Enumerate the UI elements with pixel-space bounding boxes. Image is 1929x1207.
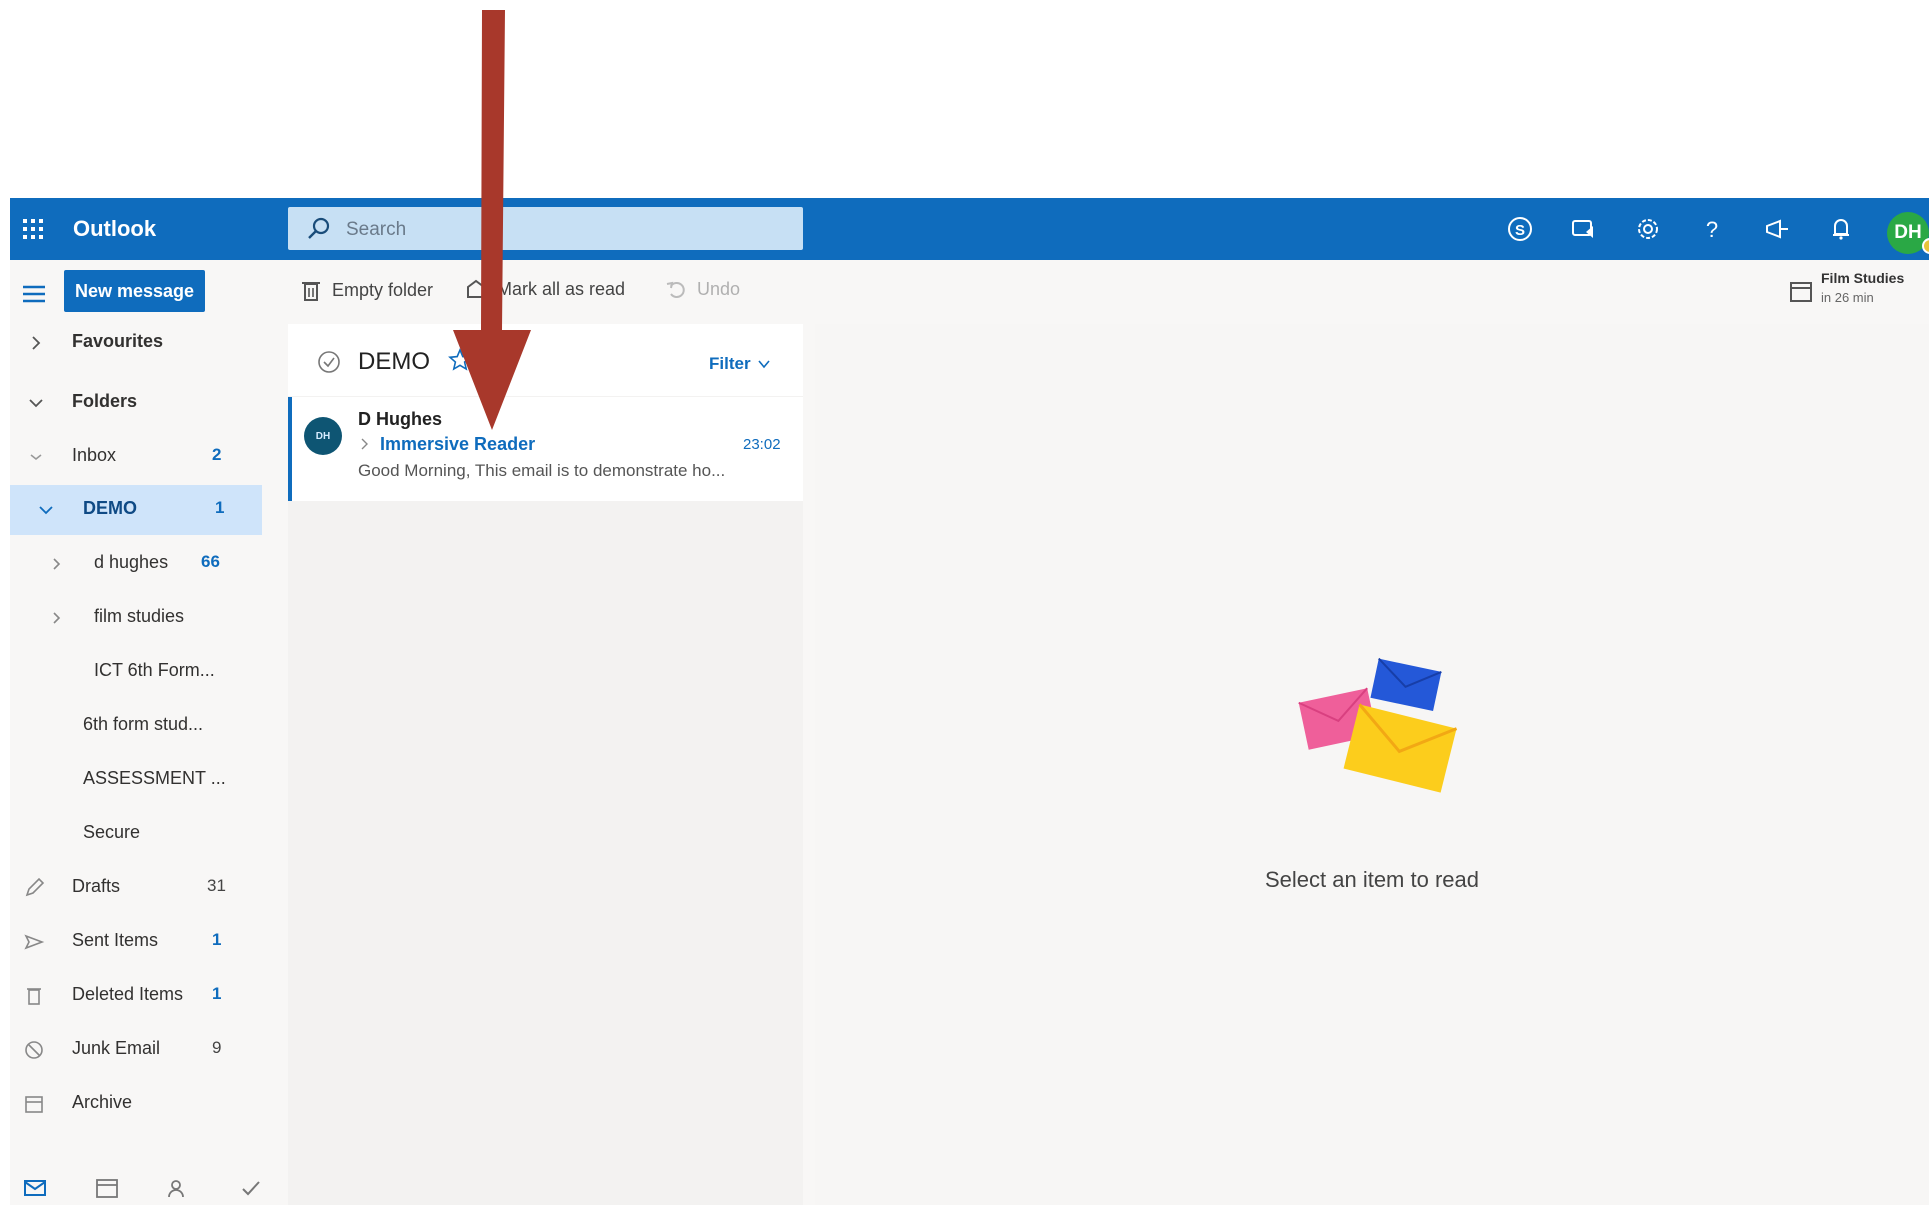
feedback-megaphone-icon[interactable] xyxy=(1760,212,1794,246)
message-item[interactable]: DH D Hughes Immersive Reader 23:02 Good … xyxy=(288,397,803,501)
folder-sent-items[interactable]: Sent Items 1 xyxy=(10,917,262,967)
unread-count: 1 xyxy=(212,930,222,949)
undo-icon xyxy=(666,281,685,298)
favourites-label: Favourites xyxy=(72,331,164,351)
folder-label: Junk Email xyxy=(72,1038,161,1058)
unread-count: 1 xyxy=(215,498,225,517)
folder-d-hughes[interactable]: d hughes 66 xyxy=(10,539,262,589)
folder-label: ASSESSMENT ... xyxy=(83,768,226,788)
top-bar: Outlook S ? xyxy=(10,198,1929,260)
people-icon[interactable] xyxy=(166,1175,192,1201)
favourites-header[interactable]: Favourites xyxy=(10,318,262,368)
presence-indicator xyxy=(1922,238,1929,254)
unread-count: 66 xyxy=(201,552,220,571)
chevron-right-icon xyxy=(32,336,41,350)
tasks-check-icon[interactable] xyxy=(238,1175,264,1201)
settings-gear-icon[interactable] xyxy=(1631,212,1665,246)
notifications-bell-icon[interactable] xyxy=(1824,212,1858,246)
empty-reading-message: Select an item to read xyxy=(1264,867,1479,892)
trash-icon xyxy=(27,988,41,1005)
folder-junk-email[interactable]: Junk Email 9 xyxy=(10,1025,262,1075)
empty-folder-button[interactable]: Empty folder xyxy=(300,278,433,302)
reminder-subtitle: in 26 min xyxy=(1821,290,1874,305)
folder-label: DEMO xyxy=(83,498,137,518)
teams-icon[interactable] xyxy=(1566,212,1600,246)
archive-icon xyxy=(25,1096,43,1113)
folder-label: 6th form stud... xyxy=(83,714,204,734)
chevron-down-icon xyxy=(39,506,53,515)
undo-label: Undo xyxy=(697,278,741,299)
unread-count: 2 xyxy=(212,445,222,464)
hamburger-menu-icon[interactable] xyxy=(20,280,48,308)
folder-title: DEMO xyxy=(358,348,430,375)
chevron-down-icon xyxy=(29,399,43,408)
filter-button[interactable]: Filter xyxy=(709,354,751,374)
message-list-header: DEMO Filter xyxy=(288,324,803,396)
envelopes-illustration xyxy=(1298,657,1458,793)
sender-name: D Hughes xyxy=(358,409,443,429)
select-all-check-icon[interactable] xyxy=(316,349,342,375)
folder-deleted-items[interactable]: Deleted Items 1 xyxy=(10,971,262,1021)
app-launcher-icon[interactable] xyxy=(18,214,48,244)
folder-secure[interactable]: Secure xyxy=(10,809,262,859)
folders-header[interactable]: Folders xyxy=(10,378,262,428)
folder-6th-form-stud[interactable]: 6th form stud... xyxy=(10,701,262,751)
message-preview: Good Morning, This email is to demonstra… xyxy=(358,461,726,480)
folder-archive[interactable]: Archive xyxy=(10,1079,262,1129)
calendar-icon[interactable] xyxy=(94,1175,120,1201)
folders-label: Folders xyxy=(72,391,138,411)
search-input[interactable] xyxy=(344,215,778,245)
message-subject: Immersive Reader xyxy=(380,434,536,454)
module-switcher xyxy=(10,1173,262,1203)
folder-label: ICT 6th Form... xyxy=(94,660,215,680)
new-message-button[interactable]: New message xyxy=(64,270,205,312)
search-box[interactable] xyxy=(288,207,803,250)
folder-label: Drafts xyxy=(72,876,121,896)
item-count: 9 xyxy=(212,1038,222,1057)
folder-label: Deleted Items xyxy=(72,984,184,1004)
folder-ict-6th-form[interactable]: ICT 6th Form... xyxy=(10,647,262,697)
send-icon xyxy=(24,934,45,950)
empty-folder-label: Empty folder xyxy=(332,279,434,300)
search-icon xyxy=(308,217,330,239)
pencil-icon xyxy=(25,877,45,897)
sender-avatar: DH xyxy=(304,417,342,455)
calendar-reminder-icon[interactable] xyxy=(1788,278,1814,304)
mail-icon[interactable] xyxy=(22,1175,48,1201)
folder-label: Sent Items xyxy=(72,930,159,950)
trash-icon xyxy=(302,282,320,301)
reading-pane: Select an item to read xyxy=(815,324,1929,1205)
folder-label: Inbox xyxy=(72,445,117,465)
folder-assessment[interactable]: ASSESSMENT ... xyxy=(10,755,262,805)
item-count: 31 xyxy=(207,876,226,895)
message-list: DEMO Filter DH D Hughes Immersive Reader… xyxy=(288,324,803,1205)
folder-film-studies[interactable]: film studies xyxy=(10,593,262,643)
folder-pane: Favourites Folders Inbox 2 DEMO 1 d hugh… xyxy=(10,318,262,1205)
annotation-arrow-icon xyxy=(453,10,531,430)
folder-inbox[interactable]: Inbox 2 xyxy=(10,432,262,482)
folder-demo[interactable]: DEMO 1 xyxy=(10,485,262,535)
folder-drafts[interactable]: Drafts 31 xyxy=(10,863,262,913)
chevron-down-icon xyxy=(758,360,770,369)
chevron-right-icon xyxy=(53,558,61,570)
svg-text:?: ? xyxy=(1706,217,1718,242)
message-time: 23:02 xyxy=(743,436,781,453)
help-icon[interactable]: ? xyxy=(1695,212,1729,246)
blocked-icon xyxy=(25,1041,43,1059)
chevron-right-icon xyxy=(53,612,61,624)
chevron-down-icon xyxy=(30,454,42,461)
reminder-title[interactable]: Film Studies xyxy=(1821,270,1904,286)
chevron-right-icon[interactable] xyxy=(358,437,370,451)
folder-label: Secure xyxy=(83,822,141,842)
folder-label: d hughes xyxy=(94,552,169,572)
folder-label: Archive xyxy=(72,1092,133,1112)
app-name[interactable]: Outlook xyxy=(73,216,156,242)
svg-text:S: S xyxy=(1515,222,1525,239)
undo-button[interactable]: Undo xyxy=(665,278,740,300)
skype-icon[interactable]: S xyxy=(1503,212,1537,246)
unread-count: 1 xyxy=(212,984,222,1003)
outlook-window: Outlook S ? xyxy=(10,198,1929,1205)
folder-label: film studies xyxy=(94,606,185,626)
